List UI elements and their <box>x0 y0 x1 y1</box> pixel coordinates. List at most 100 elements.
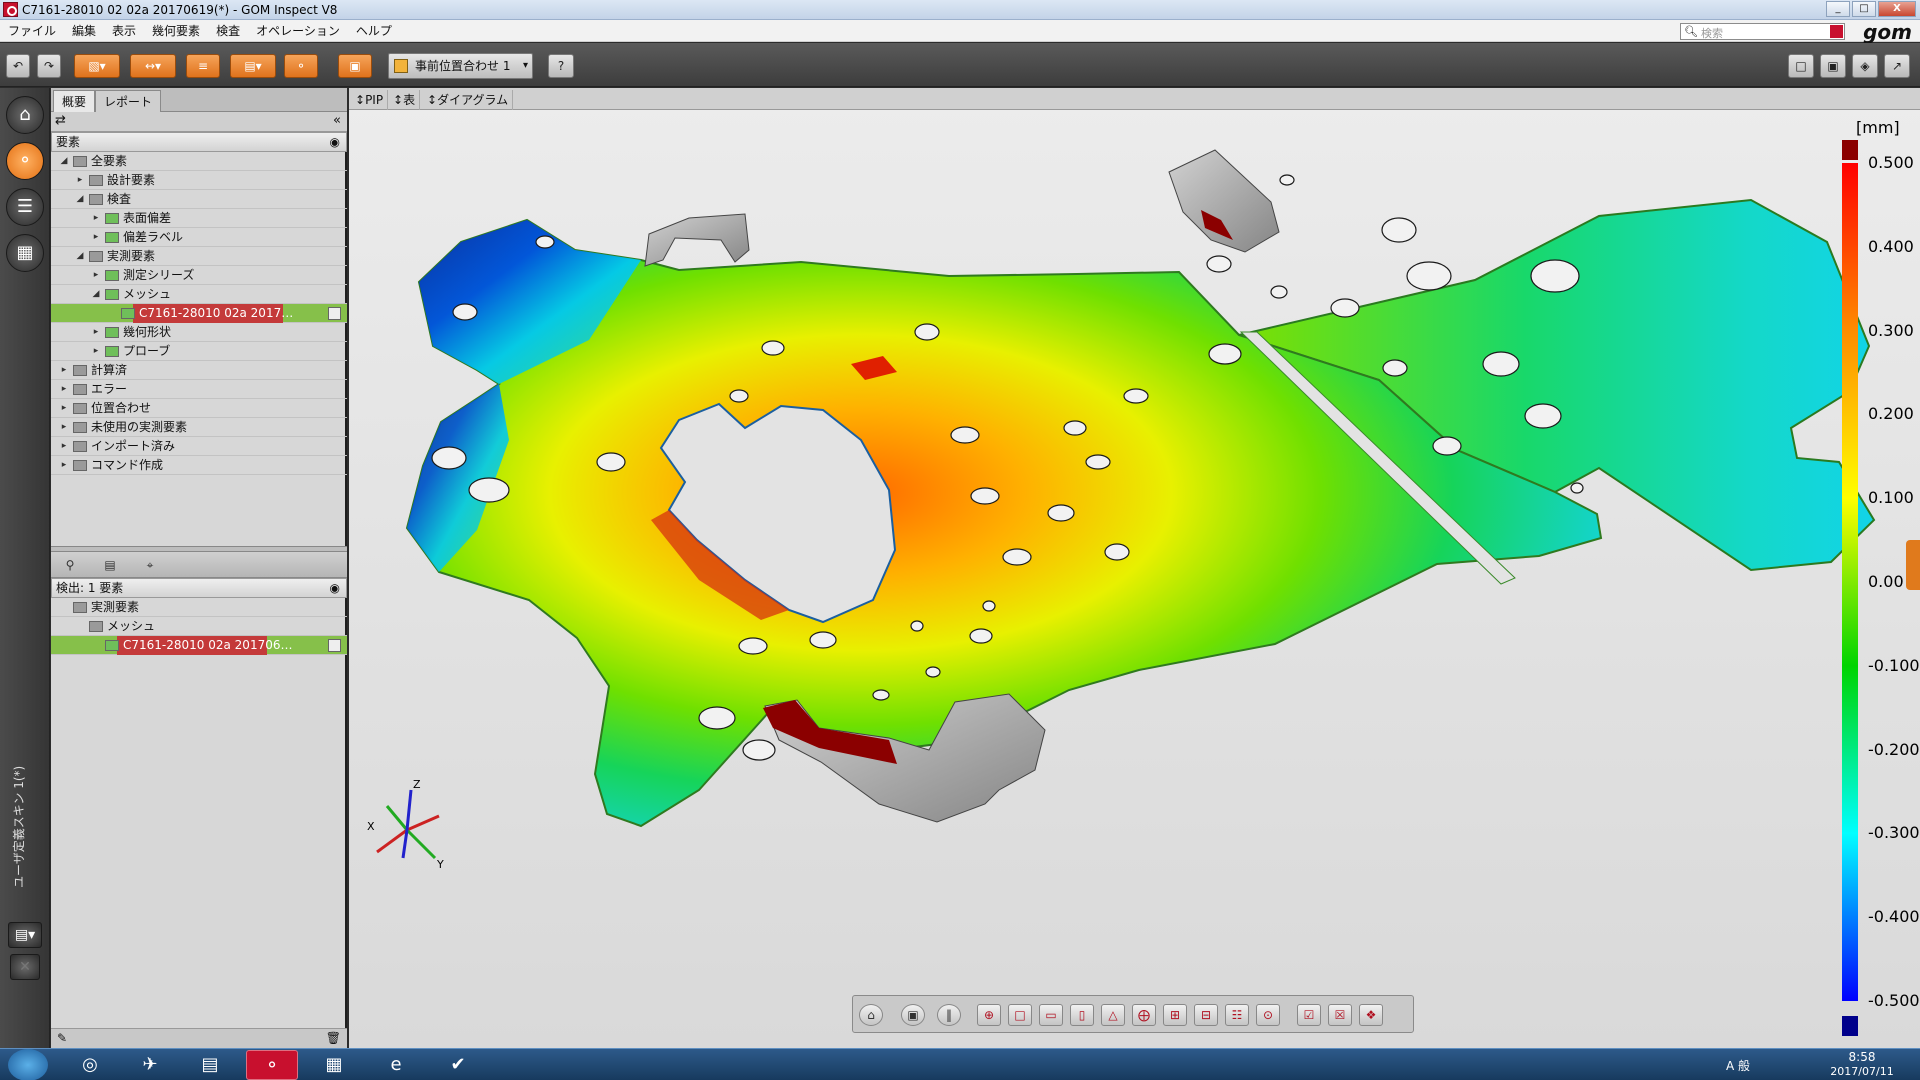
measure-tool-icon[interactable]: ≡ <box>186 54 220 78</box>
pin-icon[interactable]: ⌖ <box>135 556 165 574</box>
menu-view[interactable]: 表示 <box>104 20 144 42</box>
home-icon[interactable]: ⌂ <box>6 96 44 134</box>
tree-item[interactable]: ▸ 位置合わせ <box>51 399 347 418</box>
calculator-taskbar-icon[interactable]: ▦ <box>308 1050 360 1080</box>
close-button[interactable]: X <box>1878 1 1916 17</box>
tree-item[interactable]: ▸ 偏差ラベル <box>51 228 347 247</box>
select-rect-icon[interactable]: □ <box>1008 1004 1032 1026</box>
help-button[interactable]: ? <box>548 54 574 78</box>
select-patch-icon[interactable]: ⊞ <box>1163 1004 1187 1026</box>
tree-item[interactable]: ▸ プローブ <box>51 342 347 361</box>
minimize-button[interactable]: _ <box>1826 1 1850 17</box>
kuraki-taskbar-icon[interactable]: ✈ <box>124 1050 176 1080</box>
search-dropdown-icon[interactable] <box>1830 25 1843 38</box>
clock-date[interactable]: 2017/07/11 <box>1822 1065 1902 1078</box>
ie-taskbar-icon[interactable]: e <box>370 1050 422 1080</box>
tab-table[interactable]: ↕表 <box>389 90 421 110</box>
tree-item[interactable]: ▸ 未使用の実測要素 <box>51 418 347 437</box>
visibility-checkbox[interactable] <box>328 307 341 320</box>
tree-item[interactable]: C7161-28010 02a 201706… <box>51 636 347 655</box>
tree-item[interactable]: ▸ 表面偏差 <box>51 209 347 228</box>
menu-operation[interactable]: オペレーション <box>248 20 348 42</box>
view-fit-icon[interactable]: ▣ <box>901 1004 925 1026</box>
search-field[interactable]: 🔍︎ 検索 <box>1680 23 1845 40</box>
start-button[interactable] <box>8 1049 48 1080</box>
label-icon[interactable]: ⊙ <box>1256 1004 1280 1026</box>
expand-right-icon[interactable]: ▸ <box>59 418 69 437</box>
zoom-icon[interactable]: ⚬ <box>284 54 318 78</box>
menu-edit[interactable]: 編集 <box>64 20 104 42</box>
gom-taskbar-icon[interactable]: ⚬ <box>246 1050 298 1080</box>
check-icon[interactable]: ☑ <box>1297 1004 1321 1026</box>
eye-icon[interactable]: ◉ <box>330 133 340 151</box>
tab-report[interactable]: レポート <box>95 90 162 112</box>
tree-item[interactable]: ◢ 実測要素 <box>51 247 347 266</box>
transform-tool-icon[interactable]: ↔▾ <box>130 54 176 78</box>
select-triangle-icon[interactable]: △ <box>1101 1004 1125 1026</box>
select-surface-icon[interactable]: ⨁ <box>1132 1004 1156 1026</box>
alignment-select[interactable]: 事前位置合わせ 1 ▾ <box>388 53 533 79</box>
redo-icon[interactable]: ↷ <box>37 54 61 78</box>
trash-icon[interactable]: 🗑︎ <box>326 1031 341 1045</box>
layout-split-icon[interactable]: ▣ <box>1820 54 1846 78</box>
expand-down-icon[interactable]: ◢ <box>75 247 85 266</box>
collapse-panel-icon[interactable]: « <box>333 113 341 128</box>
layout-single-icon[interactable]: □ <box>1788 54 1814 78</box>
label-tool-icon[interactable]: ▤▾ <box>230 54 276 78</box>
histogram-icon[interactable]: ☷ <box>1225 1004 1249 1026</box>
report-workspace-icon[interactable]: ☰ <box>6 188 44 226</box>
menu-file[interactable]: ファイル <box>0 20 64 42</box>
eye-icon[interactable]: ◉ <box>330 579 340 597</box>
expand-right-icon[interactable]: ▸ <box>91 209 101 228</box>
expand-down-icon[interactable]: ◢ <box>59 152 69 171</box>
menu-inspection[interactable]: 検査 <box>208 20 248 42</box>
layout-panel-icon[interactable]: ◈ <box>1852 54 1878 78</box>
expand-down-icon[interactable]: ◢ <box>91 285 101 304</box>
grid-workspace-icon[interactable]: ▦ <box>6 234 44 272</box>
tree-item[interactable]: ▸ インポート済み <box>51 437 347 456</box>
select-fill-icon[interactable]: ▭ <box>1039 1004 1063 1026</box>
expand-right-icon[interactable]: ▸ <box>91 323 101 342</box>
clip-plane-icon[interactable]: ⊕ <box>977 1004 1001 1026</box>
deviation-color-map[interactable]: X Y Z <box>349 110 1920 1048</box>
tree-item[interactable]: ◢ 全要素 <box>51 152 347 171</box>
select-plane-icon[interactable]: ▯ <box>1070 1004 1094 1026</box>
menu-help[interactable]: ヘルプ <box>348 20 400 42</box>
expand-right-icon[interactable]: ▸ <box>59 361 69 380</box>
filter-icon[interactable]: ⚲ <box>55 556 85 574</box>
explorer-taskbar-icon[interactable]: ▤ <box>184 1050 236 1080</box>
tree-item[interactable]: ▸ 幾何形状 <box>51 323 347 342</box>
properties-icon[interactable]: ▤ <box>95 556 125 574</box>
view-front-icon[interactable]: ⌂ <box>859 1004 883 1026</box>
tree-item[interactable]: 実測要素 <box>51 598 347 617</box>
view-pause-icon[interactable]: ‖ <box>937 1004 961 1026</box>
expand-right-icon[interactable]: ▸ <box>59 380 69 399</box>
select-box-icon[interactable]: ⊟ <box>1194 1004 1218 1026</box>
select-tool-icon[interactable]: ▧▾ <box>74 54 120 78</box>
expand-down-icon[interactable]: ◢ <box>75 190 85 209</box>
tree-item[interactable]: ▸ 計算済 <box>51 361 347 380</box>
menu-geometry[interactable]: 幾何要素 <box>144 20 208 42</box>
expand-right-icon[interactable]: ▸ <box>59 437 69 456</box>
expand-right-icon[interactable]: ▸ <box>91 342 101 361</box>
chrome-taskbar-icon[interactable]: ◎ <box>64 1050 116 1080</box>
tree-item[interactable]: ▸ 測定シリーズ <box>51 266 347 285</box>
ime-indicator[interactable]: A 般 <box>1726 1057 1750 1074</box>
tree-item[interactable]: ◢ メッシュ <box>51 285 347 304</box>
tree-item[interactable]: C7161-28010 02a 2017… <box>51 304 347 323</box>
close-skin-icon[interactable]: ✕ <box>10 954 40 980</box>
3d-viewport[interactable]: ↕PIP ↕表 ↕ダイアグラム X Y Z ⌂ ▣ ‖ ⊕ □ ▭ ▯ △ ⨁ … <box>349 88 1920 1048</box>
undo-icon[interactable]: ↶ <box>6 54 30 78</box>
expand-right-icon[interactable]: ▸ <box>91 228 101 247</box>
visibility-checkbox[interactable] <box>328 639 341 652</box>
tree-item[interactable]: ▸ エラー <box>51 380 347 399</box>
clear-icon[interactable]: ☒ <box>1328 1004 1352 1026</box>
tab-pip[interactable]: ↕PIP <box>351 90 389 110</box>
expand-right-icon[interactable]: ▸ <box>59 456 69 475</box>
side-panel-handle[interactable] <box>1906 540 1920 590</box>
edit-icon[interactable]: ✎ <box>57 1031 67 1045</box>
tree-item[interactable]: ◢ 検査 <box>51 190 347 209</box>
app-taskbar-icon[interactable]: ✔ <box>432 1050 484 1080</box>
clock-time[interactable]: 8:58 <box>1822 1050 1902 1064</box>
tab-diagram[interactable]: ↕ダイアグラム <box>423 90 514 110</box>
